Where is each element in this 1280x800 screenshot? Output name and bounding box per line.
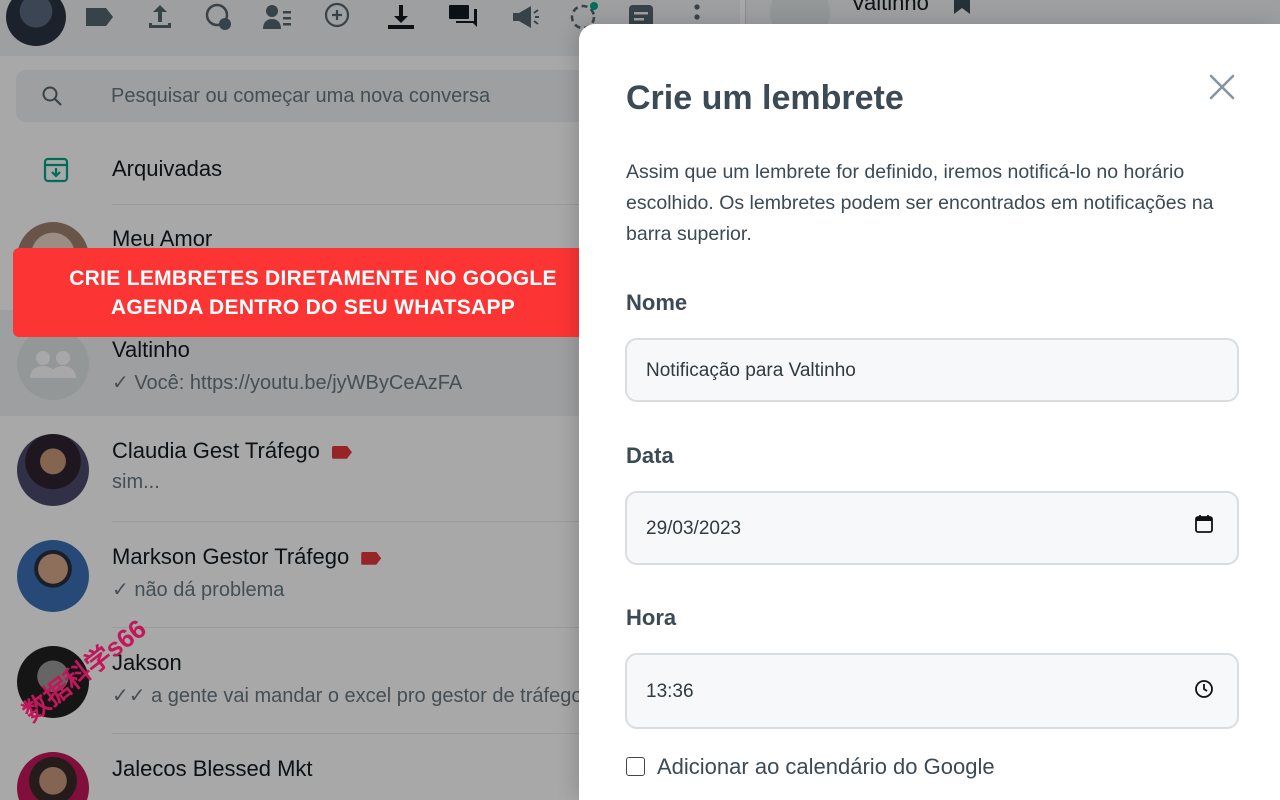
time-label: Hora: [626, 605, 677, 630]
time-field[interactable]: 13:36: [625, 653, 1239, 729]
name-label: Nome: [626, 290, 688, 315]
promo-banner: CRIE LEMBRETES DIRETAMENTE NO GOOGLE AGE…: [13, 248, 613, 337]
date-field-value: 29/03/2023: [646, 518, 742, 539]
name-field-value: Notificação para Valtinho: [646, 360, 856, 381]
banner-line: CRIE LEMBRETES DIRETAMENTE NO GOOGLE: [69, 266, 557, 290]
calendar-icon[interactable]: [1193, 513, 1215, 535]
google-calendar-checkbox-label[interactable]: Adicionar ao calendário do Google: [657, 754, 995, 780]
google-calendar-checkbox[interactable]: [626, 757, 645, 776]
banner-line: AGENDA DENTRO DO SEU WHATSAPP: [110, 295, 516, 319]
close-icon[interactable]: [1205, 70, 1239, 104]
clock-icon[interactable]: [1193, 678, 1215, 700]
modal-title: Crie um lembrete: [626, 79, 904, 117]
date-label: Data: [626, 443, 674, 468]
modal-description: Assim que um lembrete for definido, irem…: [626, 161, 1214, 245]
date-field[interactable]: 29/03/2023: [625, 491, 1239, 565]
reminder-modal: Crie um lembrete Assim que um lembrete f…: [579, 24, 1280, 800]
name-field[interactable]: Notificação para Valtinho: [625, 338, 1239, 402]
time-field-value: 13:36: [646, 681, 694, 702]
